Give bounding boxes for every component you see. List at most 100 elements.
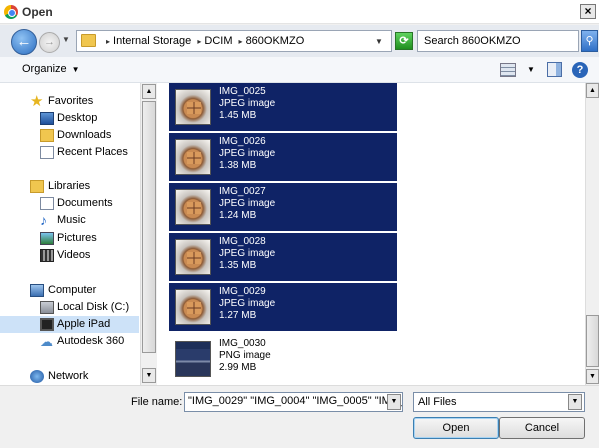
file-name: IMG_0029 [219, 286, 266, 297]
scroll-down-icon[interactable]: ▼ [142, 368, 156, 383]
file-type: JPEG image [219, 298, 276, 309]
sidebar-item-downloads[interactable]: Downloads [0, 127, 139, 144]
sidebar-item-label: Network [48, 370, 89, 382]
file-name: IMG_0026 [219, 136, 266, 147]
sidebar-item-network[interactable]: Network [0, 368, 139, 385]
file-type: PNG image [219, 350, 271, 361]
change-view-icon[interactable] [500, 63, 516, 77]
close-button[interactable]: × [580, 4, 596, 19]
breadcrumb-internal-storage[interactable]: Internal Storage [113, 35, 191, 47]
sidebar-item-label: Desktop [57, 112, 98, 124]
sidebar-item-label: Recent Places [57, 146, 128, 158]
sidebar-item-computer[interactable]: Computer [0, 282, 139, 299]
help-icon[interactable]: ? [572, 62, 588, 78]
list-item[interactable]: IMG_0030 PNG image 2.99 MB [169, 335, 397, 383]
breadcrumb-dcim[interactable]: DCIM [204, 35, 232, 47]
file-type: JPEG image [219, 148, 276, 159]
videos-icon [40, 249, 54, 262]
preview-pane-icon[interactable] [547, 62, 562, 77]
list-item[interactable]: IMG_0027 JPEG image 1.24 MB [169, 183, 397, 231]
sidebar-item-documents[interactable]: Documents [0, 195, 139, 212]
command-toolbar: Organize ▼ ▼ ? [0, 57, 599, 83]
downloads-folder-icon [40, 129, 54, 142]
scrollbar-thumb[interactable] [586, 315, 599, 367]
sidebar-item-pictures[interactable]: Pictures [0, 230, 139, 247]
sidebar-item-videos[interactable]: Videos [0, 247, 139, 264]
breadcrumb: ▸ Internal Storage ▸ DCIM ▸ 860OKMZO [103, 35, 304, 47]
sidebar-item-music[interactable]: ♪ Music [0, 212, 139, 229]
file-size: 1.35 MB [219, 260, 257, 271]
filename-label: File name: [131, 396, 183, 408]
image-thumbnail [175, 239, 211, 275]
sidebar-item-recent-places[interactable]: Recent Places [0, 144, 139, 161]
sidebar-item-label: Computer [48, 284, 97, 296]
ipad-icon [40, 318, 54, 331]
list-item[interactable]: IMG_0026 JPEG image 1.38 MB [169, 133, 397, 181]
sidebar-item-label: Videos [57, 249, 91, 261]
search-input[interactable]: Search 860OKMZO [417, 30, 579, 52]
image-thumbnail [175, 289, 211, 325]
sidebar-item-desktop[interactable]: Desktop [0, 110, 139, 127]
scroll-up-icon[interactable]: ▲ [586, 83, 599, 98]
scrollbar-thumb[interactable] [142, 101, 156, 353]
history-dropdown-icon[interactable]: ▼ [62, 35, 70, 44]
disk-icon [40, 301, 54, 314]
back-button[interactable]: ← [11, 29, 37, 55]
file-list: IMG_0025 JPEG image 1.45 MB IMG_0026 JPE… [157, 83, 585, 385]
file-size: 1.38 MB [219, 160, 257, 171]
address-bar[interactable]: ▸ Internal Storage ▸ DCIM ▸ 860OKMZO ▼ [76, 30, 392, 52]
desktop-icon [40, 112, 54, 125]
pictures-icon [40, 232, 54, 245]
file-type-select[interactable]: All Files [413, 392, 585, 412]
address-dropdown-icon[interactable]: ▼ [375, 37, 383, 46]
scroll-up-icon[interactable]: ▲ [142, 84, 156, 99]
dialog-footer: File name: "IMG_0029" "IMG_0004" "IMG_00… [0, 385, 599, 448]
breadcrumb-separator-icon[interactable]: ▸ [239, 37, 243, 46]
sidebar-item-label: Autodesk 360 [57, 335, 125, 347]
sidebar-item-libraries[interactable]: Libraries [0, 178, 139, 195]
breadcrumb-separator-icon[interactable]: ▸ [106, 37, 110, 46]
scroll-down-icon[interactable]: ▼ [586, 369, 599, 384]
sidebar-item-apple-ipad[interactable]: Apple iPad [0, 316, 139, 333]
file-name: IMG_0025 [219, 86, 266, 97]
forward-button[interactable]: → [39, 32, 60, 53]
cancel-button[interactable]: Cancel [499, 417, 585, 439]
list-item[interactable]: IMG_0029 JPEG image 1.27 MB [169, 283, 397, 331]
sidebar-item-autodesk-360[interactable]: ☁ Autodesk 360 [0, 333, 139, 350]
sidebar-item-label: Pictures [57, 232, 97, 244]
file-type: JPEG image [219, 98, 276, 109]
file-type: JPEG image [219, 248, 276, 259]
file-name: IMG_0030 [219, 338, 266, 349]
sidebar-item-favorites[interactable]: ★ Favorites [0, 93, 139, 110]
file-list-scrollbar[interactable]: ▲ ▼ [585, 83, 599, 385]
file-size: 1.45 MB [219, 110, 257, 121]
file-type: JPEG image [219, 198, 276, 209]
view-options-dropdown-icon[interactable]: ▼ [527, 65, 535, 74]
image-thumbnail [175, 89, 211, 125]
list-item[interactable]: IMG_0028 JPEG image 1.35 MB [169, 233, 397, 281]
breadcrumb-separator-icon[interactable]: ▸ [197, 37, 201, 46]
documents-icon [40, 197, 54, 210]
breadcrumb-current-folder[interactable]: 860OKMZO [246, 35, 305, 47]
sidebar-item-label: Local Disk (C:) [57, 301, 130, 313]
sidebar-scrollbar[interactable]: ▲ ▼ [140, 83, 156, 385]
window-title: Open [22, 5, 53, 19]
chrome-app-icon [4, 5, 18, 19]
organize-button[interactable]: Organize ▼ [22, 63, 80, 75]
image-thumbnail [175, 189, 211, 225]
sidebar-item-label: Favorites [48, 95, 94, 107]
file-type-dropdown-icon[interactable]: ▼ [568, 394, 582, 410]
sidebar-item-local-disk[interactable]: Local Disk (C:) [0, 299, 139, 316]
filename-input[interactable]: "IMG_0029" "IMG_0004" "IMG_0005" "IMG_ [184, 392, 403, 412]
network-icon [30, 370, 44, 383]
filename-dropdown-icon[interactable]: ▼ [387, 394, 401, 410]
open-button[interactable]: Open [413, 417, 499, 439]
file-size: 1.27 MB [219, 310, 257, 321]
list-item[interactable]: IMG_0025 JPEG image 1.45 MB [169, 83, 397, 131]
folder-icon [81, 34, 96, 47]
search-icon[interactable]: ⚲ [581, 30, 598, 52]
file-size: 1.24 MB [219, 210, 257, 221]
file-size: 2.99 MB [219, 362, 257, 373]
refresh-button[interactable]: ⟳ [395, 32, 413, 50]
image-thumbnail [175, 139, 211, 175]
